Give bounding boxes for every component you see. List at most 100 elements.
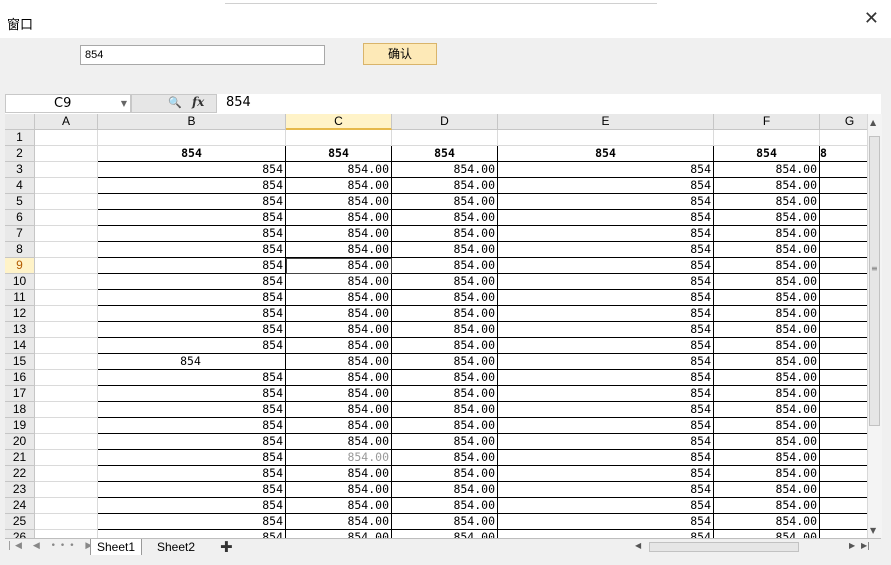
header-cell[interactable]: 854 [98,146,286,162]
table-cell[interactable]: 854.00 [286,386,392,402]
insert-function-icon[interactable]: fx [192,95,204,109]
table-cell[interactable]: 854.00 [714,338,820,354]
table-cell[interactable]: 854 [498,306,714,322]
vertical-scrollbar[interactable]: ▲ ≡ ▼ [867,114,882,538]
table-cell[interactable]: 854.00 [286,306,392,322]
table-cell[interactable] [820,498,867,514]
table-cell[interactable]: 854 [498,338,714,354]
table-cell[interactable]: 854.00 [392,274,498,290]
table-cell[interactable] [714,130,820,146]
select-all-corner[interactable] [5,114,35,130]
table-cell[interactable] [286,130,392,146]
table-cell[interactable] [35,226,98,242]
table-cell[interactable]: 854.00 [714,514,820,530]
table-cell[interactable]: 854.00 [714,418,820,434]
table-cell[interactable] [35,274,98,290]
table-cell[interactable]: 854 [98,162,286,178]
table-cell[interactable] [35,402,98,418]
value-input[interactable]: 854 [80,45,325,65]
table-cell[interactable]: 854.00 [286,482,392,498]
active-cell[interactable]: 854.00 [286,258,392,274]
table-cell[interactable]: 854.00 [392,322,498,338]
row-header[interactable]: 25 [5,514,35,530]
add-sheet-icon[interactable]: ✚ [220,539,233,555]
table-cell[interactable]: 854 [498,210,714,226]
column-header-b[interactable]: B [98,114,286,130]
table-cell[interactable] [820,258,867,274]
table-cell[interactable]: 854.00 [286,498,392,514]
table-cell[interactable] [820,242,867,258]
column-header-e[interactable]: E [498,114,714,130]
table-cell[interactable] [35,258,98,274]
table-cell[interactable] [35,482,98,498]
table-cell[interactable]: 854.00 [714,530,820,538]
table-cell[interactable]: 854.00 [286,434,392,450]
table-cell[interactable] [820,338,867,354]
table-cell[interactable]: 854.00 [714,402,820,418]
scroll-right-icon[interactable]: ▶ [849,541,855,550]
table-cell[interactable]: 854 [98,498,286,514]
row-header[interactable]: 16 [5,370,35,386]
table-cell[interactable]: 854.00 [286,194,392,210]
table-cell[interactable]: 854.00 [714,306,820,322]
table-cell[interactable]: 854 [98,418,286,434]
table-cell[interactable]: 854 [498,274,714,290]
table-cell[interactable] [498,130,714,146]
table-cell[interactable] [35,466,98,482]
table-cell[interactable]: 854.00 [392,514,498,530]
table-cell[interactable]: 854.00 [392,210,498,226]
table-cell[interactable] [35,162,98,178]
table-cell[interactable]: 854 [98,450,286,466]
table-cell[interactable] [820,306,867,322]
table-cell[interactable]: 854 [98,178,286,194]
row-header[interactable]: 8 [5,242,35,258]
row-header[interactable]: 21 [5,450,35,466]
row-header[interactable]: 11 [5,290,35,306]
row-header[interactable]: 2 [5,146,35,162]
formula-input[interactable]: 854 [226,95,251,110]
row-header[interactable]: 5 [5,194,35,210]
table-cell[interactable] [98,130,286,146]
table-cell[interactable]: 854.00 [714,482,820,498]
table-cell[interactable] [820,418,867,434]
table-cell[interactable]: 854.00 [714,466,820,482]
table-cell[interactable] [35,242,98,258]
table-cell[interactable]: 854 [98,322,286,338]
table-cell[interactable]: 854 [98,466,286,482]
table-cell[interactable]: 854.00 [392,194,498,210]
table-cell[interactable]: 854 [498,290,714,306]
table-cell[interactable]: 854 [498,514,714,530]
table-cell[interactable]: 854 [98,290,286,306]
row-header[interactable]: 4 [5,178,35,194]
table-cell[interactable]: 854.00 [392,530,498,538]
table-cell[interactable] [35,418,98,434]
horizontal-scrollbar[interactable]: ◀ ▶ ▶| [625,541,875,553]
row-header[interactable]: 6 [5,210,35,226]
table-cell[interactable] [35,338,98,354]
table-cell[interactable]: 854 [98,482,286,498]
table-cell[interactable]: 854 [498,258,714,274]
row-header[interactable]: 20 [5,434,35,450]
column-header-c[interactable]: C [286,114,392,130]
table-cell[interactable]: 854.00 [286,290,392,306]
table-cell[interactable] [820,322,867,338]
scroll-up-icon[interactable]: ▲ [870,118,876,127]
table-cell[interactable]: 854.00 [714,258,820,274]
name-box[interactable]: C9 ▼ [5,94,131,113]
table-cell[interactable] [35,130,98,146]
table-cell[interactable]: 854.00 [392,226,498,242]
row-header[interactable]: 23 [5,482,35,498]
column-header-g[interactable]: G [820,114,867,130]
table-cell[interactable]: 854.00 [392,258,498,274]
table-cell[interactable]: 854.00 [392,354,498,370]
table-cell[interactable]: 854.00 [392,290,498,306]
table-cell[interactable] [35,178,98,194]
column-header-f[interactable]: F [714,114,820,130]
table-cell[interactable]: 854.00 [392,482,498,498]
table-cell[interactable] [820,194,867,210]
table-cell[interactable]: 854 [98,354,286,370]
table-cell[interactable] [820,162,867,178]
table-cell[interactable]: 854.00 [714,434,820,450]
table-cell[interactable]: 854.00 [392,178,498,194]
table-cell[interactable]: 854 [98,274,286,290]
